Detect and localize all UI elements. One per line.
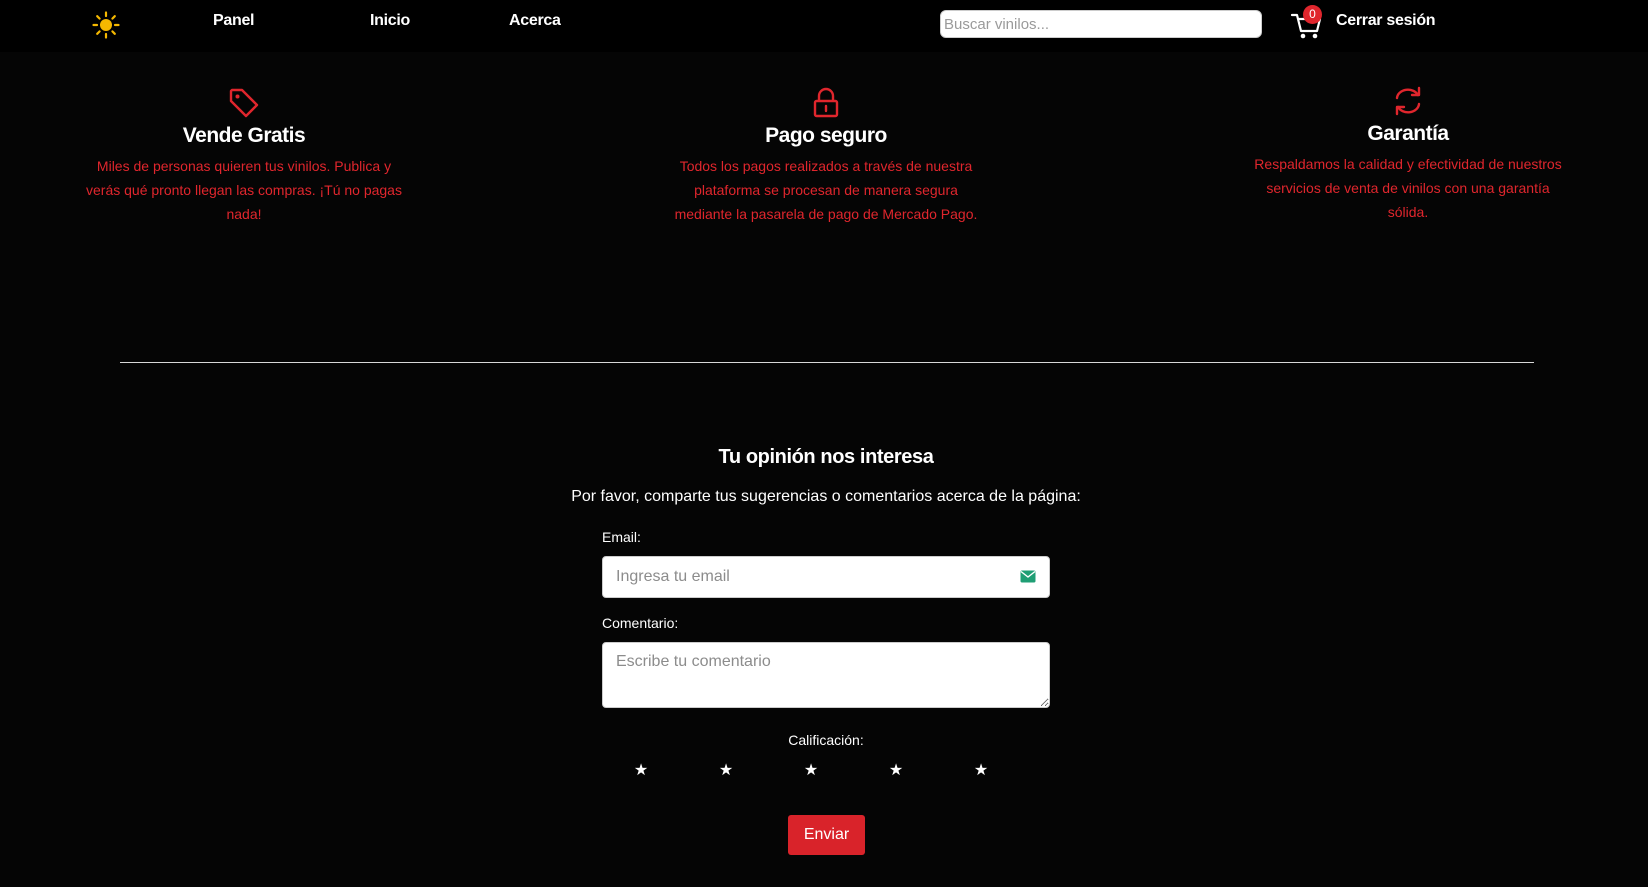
comment-field[interactable]	[602, 642, 1050, 708]
logout-link[interactable]: Cerrar sesión	[1336, 12, 1436, 30]
star-2-icon[interactable]: ★	[718, 760, 734, 780]
star-5-icon[interactable]: ★	[973, 760, 989, 780]
star-rating: ★ ★ ★ ★ ★	[633, 760, 993, 782]
feedback-subtitle: Por favor, comparte tus sugerencias o co…	[571, 488, 1081, 505]
feature-title: Garantía	[1367, 122, 1449, 145]
navbar: Panel Inicio Acerca 0 Cerrar sesión	[0, 0, 1648, 52]
email-field-wrapper	[602, 556, 1050, 598]
envelope-icon	[1020, 570, 1036, 583]
nav-link-acerca[interactable]: Acerca	[509, 12, 561, 30]
feature-title: Vende Gratis	[182, 124, 306, 147]
star-1-icon[interactable]: ★	[633, 760, 649, 780]
feature-sell-free: Vende Gratis Miles de personas quieren t…	[84, 86, 404, 226]
section-divider	[120, 362, 1534, 363]
rating-label: Calificación:	[788, 732, 864, 748]
feedback-title: Tu opinión nos interesa	[718, 446, 934, 468]
email-field[interactable]	[602, 556, 1050, 598]
feature-guarantee: Garantía Respaldamos la calidad y efecti…	[1248, 84, 1568, 224]
feature-title: Pago seguro	[765, 124, 887, 147]
refresh-icon	[1395, 86, 1421, 116]
search-input[interactable]	[940, 10, 1262, 38]
star-3-icon[interactable]: ★	[803, 760, 819, 780]
sun-icon[interactable]	[92, 11, 120, 39]
email-label: Email:	[602, 529, 641, 545]
feature-text: Miles de personas quieren tus vinilos. P…	[86, 158, 402, 222]
feature-text: Respaldamos la calidad y efectividad de …	[1254, 156, 1562, 220]
cart-count-badge: 0	[1303, 5, 1322, 24]
tag-icon	[229, 88, 259, 118]
feature-text: Todos los pagos realizados a través de n…	[674, 158, 978, 222]
feature-secure-payment: Pago seguro Todos los pagos realizados a…	[666, 86, 986, 226]
comment-label: Comentario:	[602, 615, 679, 631]
lock-icon	[813, 87, 839, 118]
submit-button[interactable]: Enviar	[788, 815, 865, 855]
nav-link-panel[interactable]: Panel	[213, 12, 255, 30]
star-4-icon[interactable]: ★	[888, 760, 904, 780]
nav-link-inicio[interactable]: Inicio	[370, 12, 410, 30]
